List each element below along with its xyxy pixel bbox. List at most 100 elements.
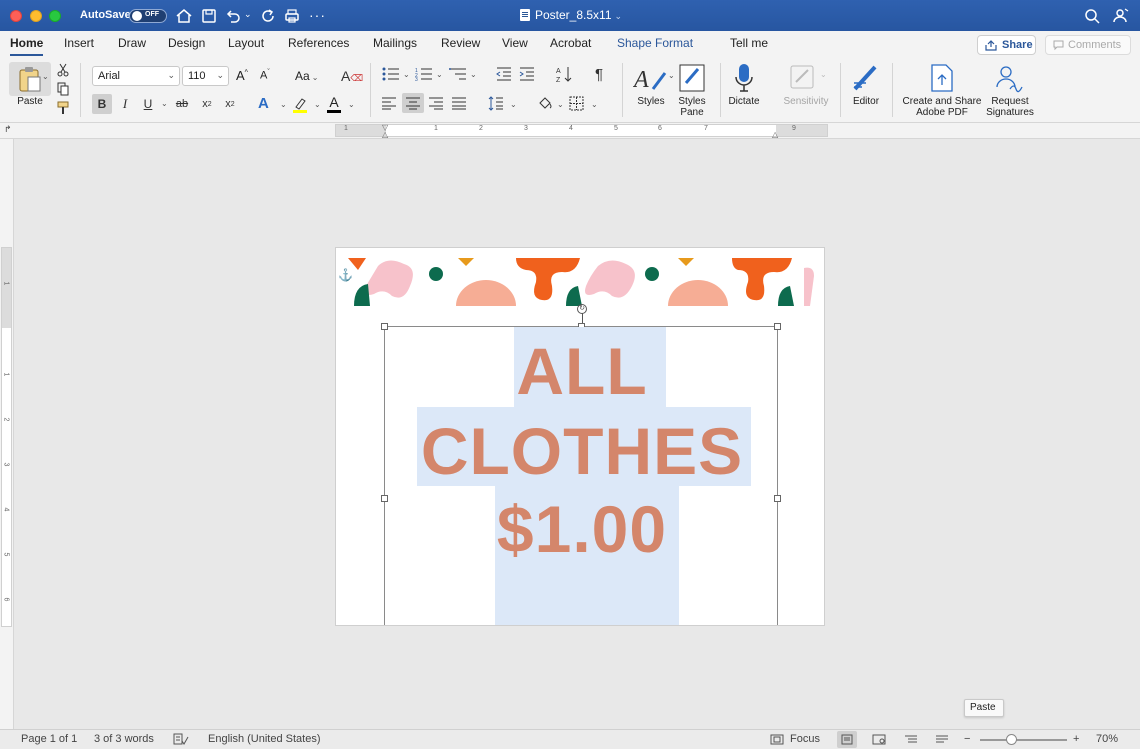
focus-icon[interactable] xyxy=(770,734,784,745)
chevron-down-icon[interactable]: ⌄ xyxy=(348,100,355,109)
font-name-select[interactable]: Arial ⌄ xyxy=(92,66,180,86)
shading-icon[interactable] xyxy=(537,95,553,111)
align-left-icon[interactable] xyxy=(382,97,397,110)
tab-references[interactable]: References xyxy=(288,36,349,50)
highlight-icon[interactable] xyxy=(292,96,308,114)
document-page[interactable]: ⚓ ↻ ALL CLOTHES $1.00 xyxy=(335,247,825,626)
chevron-down-icon[interactable]: ⌄ xyxy=(280,100,287,109)
create-pdf-icon[interactable] xyxy=(929,63,955,93)
sort-icon[interactable]: AZ xyxy=(555,65,573,83)
chevron-down-icon[interactable]: ⌄ xyxy=(436,70,443,79)
undo-icon[interactable] xyxy=(223,6,243,26)
print-layout-view-button[interactable] xyxy=(837,731,857,748)
minimize-window-button[interactable] xyxy=(30,10,42,22)
comments-button[interactable]: Comments xyxy=(1045,35,1131,55)
horizontal-ruler[interactable]: ↱ 1 1 2 3 4 5 6 7 9 ▽ △ △ xyxy=(0,123,1140,139)
left-indent-marker[interactable]: △ xyxy=(382,130,388,139)
focus-label[interactable]: Focus xyxy=(790,733,820,745)
chevron-down-icon[interactable]: ⌄ xyxy=(591,100,598,109)
web-layout-icon[interactable] xyxy=(872,734,886,745)
rotate-handle-icon[interactable]: ↻ xyxy=(577,304,587,314)
tab-selector-icon[interactable]: ↱ xyxy=(4,124,12,135)
vertical-ruler[interactable]: 1 1 2 3 4 5 6 xyxy=(0,139,14,729)
zoom-percent[interactable]: 70% xyxy=(1096,733,1118,745)
redo-icon[interactable] xyxy=(258,6,278,26)
tab-view[interactable]: View xyxy=(502,36,528,50)
change-case-button[interactable]: Aa ⌄ xyxy=(295,69,318,83)
search-icon[interactable] xyxy=(1082,6,1102,26)
account-icon[interactable] xyxy=(1111,6,1131,26)
tab-draw[interactable]: Draw xyxy=(118,36,146,50)
tab-acrobat[interactable]: Acrobat xyxy=(550,36,591,50)
paste-dropdown-icon[interactable]: ⌄ xyxy=(42,72,49,81)
decorative-pattern-image[interactable] xyxy=(348,258,814,306)
more-icon[interactable]: ··· xyxy=(309,7,326,23)
chevron-down-icon[interactable]: ⌄ xyxy=(314,100,321,109)
close-window-button[interactable] xyxy=(10,10,22,22)
tab-tell-me[interactable]: Tell me xyxy=(730,36,768,50)
zoom-in-button[interactable]: + xyxy=(1073,733,1079,745)
font-color-icon[interactable]: A xyxy=(326,94,342,114)
font-size-select[interactable]: 110 ⌄ xyxy=(182,66,229,86)
microphone-icon[interactable] xyxy=(734,63,754,95)
right-indent-marker[interactable]: △ xyxy=(772,130,778,139)
increase-indent-icon[interactable] xyxy=(519,67,535,81)
page-count[interactable]: Page 1 of 1 xyxy=(21,733,77,745)
bullets-icon[interactable] xyxy=(382,67,400,81)
line-spacing-icon[interactable] xyxy=(488,96,504,111)
styles-icon[interactable]: A xyxy=(633,63,669,95)
zoom-out-button[interactable]: − xyxy=(964,733,970,745)
home-icon[interactable] xyxy=(174,6,194,26)
title-chevron-icon[interactable]: ⌄ xyxy=(615,11,623,21)
grow-font-icon[interactable]: A^ xyxy=(236,68,248,83)
save-icon[interactable] xyxy=(199,6,219,26)
resize-handle-ne[interactable] xyxy=(774,323,781,330)
cut-icon[interactable] xyxy=(56,63,70,77)
decrease-indent-icon[interactable] xyxy=(496,67,512,81)
tab-layout[interactable]: Layout xyxy=(228,36,264,50)
request-signatures-icon[interactable] xyxy=(994,65,1026,93)
superscript-button[interactable]: x2 xyxy=(222,94,238,114)
tab-design[interactable]: Design xyxy=(168,36,205,50)
chevron-down-icon[interactable]: ⌄ xyxy=(510,100,517,109)
editor-icon[interactable] xyxy=(851,63,881,93)
fullscreen-window-button[interactable] xyxy=(49,10,61,22)
poster-line-3[interactable]: $1.00 xyxy=(385,491,779,567)
copy-icon[interactable] xyxy=(56,82,70,96)
align-right-icon[interactable] xyxy=(429,97,444,110)
poster-text-box[interactable]: ↻ ALL CLOTHES $1.00 xyxy=(381,304,781,625)
zoom-slider-track[interactable] xyxy=(980,739,1067,741)
resize-handle-nw[interactable] xyxy=(381,323,388,330)
paragraph-marks-icon[interactable]: ¶ xyxy=(595,66,603,83)
underline-button[interactable]: U xyxy=(141,94,155,114)
tab-review[interactable]: Review xyxy=(441,36,480,50)
zoom-slider-thumb[interactable] xyxy=(1006,734,1017,745)
numbering-icon[interactable]: 123 xyxy=(415,67,433,81)
undo-dropdown-icon[interactable]: ⌄ xyxy=(244,9,252,20)
word-count[interactable]: 3 of 3 words xyxy=(94,733,154,745)
tab-mailings[interactable]: Mailings xyxy=(373,36,417,50)
proofing-icon[interactable] xyxy=(173,733,189,746)
styles-pane-icon[interactable] xyxy=(678,63,706,93)
tab-insert[interactable]: Insert xyxy=(64,36,94,50)
align-center-button[interactable] xyxy=(402,93,424,113)
autosave-toggle[interactable]: OFF xyxy=(129,9,167,23)
clear-formatting-icon[interactable]: A⌫ xyxy=(341,68,363,84)
justify-icon[interactable] xyxy=(452,97,467,110)
share-button[interactable]: Share xyxy=(977,35,1036,55)
chevron-down-icon[interactable]: ⌄ xyxy=(403,70,410,79)
text-effects-icon[interactable]: A xyxy=(258,95,269,112)
outline-view-icon[interactable] xyxy=(904,734,918,745)
chevron-down-icon[interactable]: ⌄ xyxy=(668,71,675,80)
subscript-button[interactable]: x2 xyxy=(199,94,215,114)
multilevel-list-icon[interactable] xyxy=(449,67,467,81)
strikethrough-button[interactable]: ab xyxy=(173,94,191,114)
tab-shape-format[interactable]: Shape Format xyxy=(617,36,693,50)
italic-button[interactable]: I xyxy=(117,94,133,114)
chevron-down-icon[interactable]: ⌄ xyxy=(470,70,477,79)
underline-dropdown-icon[interactable]: ⌄ xyxy=(161,99,168,108)
chevron-down-icon[interactable]: ⌄ xyxy=(557,100,564,109)
shrink-font-icon[interactable]: Aˇ xyxy=(260,69,270,82)
language-status[interactable]: English (United States) xyxy=(208,733,321,745)
tab-home[interactable]: Home xyxy=(10,36,44,56)
